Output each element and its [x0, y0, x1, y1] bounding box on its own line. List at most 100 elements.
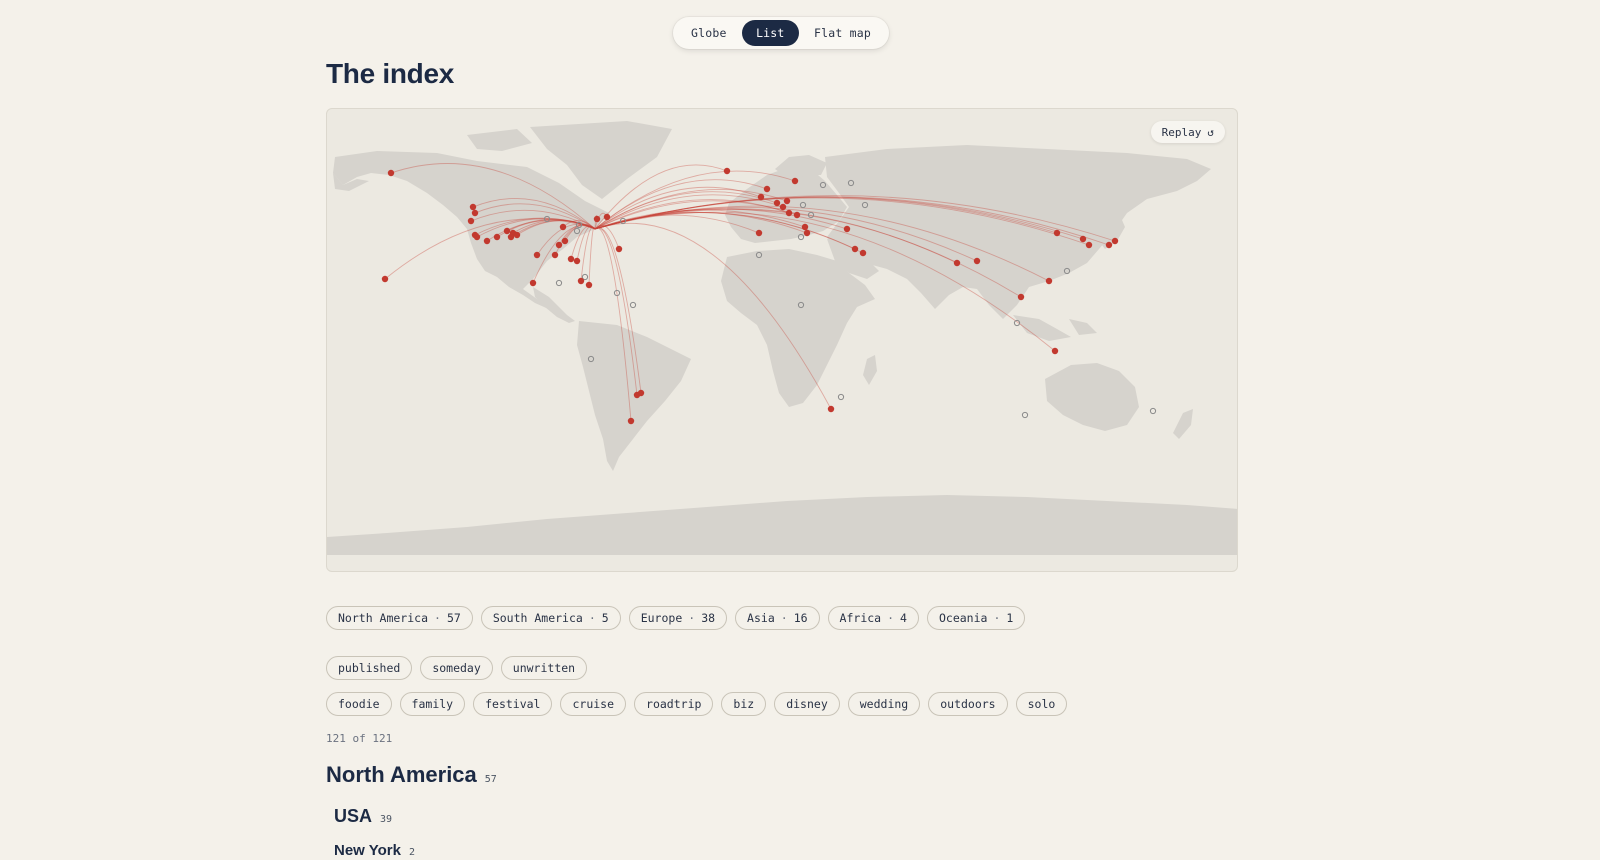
visited-marker[interactable]: [559, 223, 567, 231]
visited-marker[interactable]: [1017, 293, 1025, 301]
visited-marker[interactable]: [1111, 237, 1119, 245]
visited-marker[interactable]: [551, 251, 559, 259]
visited-marker[interactable]: [585, 281, 593, 289]
visited-marker[interactable]: [627, 417, 635, 425]
visited-marker[interactable]: [793, 211, 801, 219]
visited-marker[interactable]: [1051, 347, 1059, 355]
visited-marker[interactable]: [773, 199, 781, 207]
region-heading-count: 57: [484, 774, 497, 785]
visited-marker[interactable]: [755, 229, 763, 237]
visited-marker[interactable]: [637, 389, 645, 397]
tag-chip-disney[interactable]: disney: [774, 692, 840, 716]
visited-marker[interactable]: [827, 405, 835, 413]
route-line: [588, 227, 596, 286]
visited-marker[interactable]: [473, 233, 481, 241]
visited-marker[interactable]: [577, 277, 585, 285]
visited-marker[interactable]: [757, 193, 765, 201]
visited-marker[interactable]: [507, 233, 515, 241]
region-heading: North America 57: [326, 762, 497, 788]
tag-chip-cruise[interactable]: cruise: [560, 692, 627, 716]
visited-marker[interactable]: [851, 245, 859, 253]
tag-chip-foodie[interactable]: foodie: [326, 692, 392, 716]
route-line: [580, 226, 596, 282]
visited-marker[interactable]: [533, 251, 541, 259]
visited-marker[interactable]: [469, 203, 477, 211]
visited-marker[interactable]: [513, 231, 521, 239]
chip-separator: ·: [780, 611, 788, 625]
visited-marker[interactable]: [801, 223, 809, 231]
visited-marker[interactable]: [1105, 241, 1113, 249]
visited-marker[interactable]: [381, 275, 389, 283]
visited-marker[interactable]: [471, 209, 479, 217]
unvisited-marker[interactable]: [1021, 411, 1029, 419]
region-chip-oceania[interactable]: Oceania · 1: [926, 606, 1026, 630]
chip-separator: ·: [688, 611, 696, 625]
region-chip-south-america[interactable]: South America · 5: [480, 606, 621, 630]
unvisited-marker[interactable]: [1149, 407, 1157, 415]
status-chip-published[interactable]: published: [326, 656, 413, 680]
visited-marker[interactable]: [603, 213, 611, 221]
visited-marker[interactable]: [503, 227, 511, 235]
visited-marker[interactable]: [1045, 277, 1053, 285]
tag-chip-festival[interactable]: festival: [473, 692, 553, 716]
view-option-list[interactable]: List: [742, 20, 799, 46]
tag-chip-family[interactable]: family: [399, 692, 466, 716]
region-filter-row: North America · 57 South America · 5 Europe ·…: [326, 606, 1026, 630]
visited-marker[interactable]: [493, 233, 501, 241]
visited-marker[interactable]: [779, 203, 787, 211]
visited-marker[interactable]: [763, 185, 771, 193]
region-chip-north-america[interactable]: North America · 57: [326, 606, 473, 630]
city-heading-count: 2: [408, 847, 416, 858]
visited-marker[interactable]: [555, 241, 563, 249]
visited-marker[interactable]: [529, 279, 537, 287]
visited-marker[interactable]: [567, 255, 575, 263]
chip-separator: ·: [887, 611, 895, 625]
region-chip-label: North America: [338, 611, 429, 625]
view-option-globe[interactable]: Globe: [677, 20, 741, 46]
unvisited-marker[interactable]: [555, 279, 563, 287]
city-heading-title: New York: [334, 842, 401, 859]
visited-marker[interactable]: [1079, 235, 1087, 243]
replay-button[interactable]: Replay ↺: [1150, 121, 1225, 143]
visited-marker[interactable]: [561, 237, 569, 245]
tag-chip-outdoors[interactable]: outdoors: [928, 692, 1008, 716]
visited-marker[interactable]: [723, 167, 731, 175]
visited-marker[interactable]: [973, 257, 981, 265]
region-heading-title: North America: [326, 762, 477, 787]
visited-marker[interactable]: [843, 225, 851, 233]
tag-chip-biz[interactable]: biz: [721, 692, 767, 716]
tag-chip-solo[interactable]: solo: [1015, 692, 1068, 716]
region-chip-count: 57: [446, 611, 461, 625]
visited-marker[interactable]: [1085, 241, 1093, 249]
visited-marker[interactable]: [803, 229, 811, 237]
region-chip-count: 38: [701, 611, 716, 625]
visited-marker[interactable]: [387, 169, 395, 177]
unvisited-marker[interactable]: [837, 393, 845, 401]
region-chip-count: 4: [900, 611, 907, 625]
status-filter-row: published someday unwritten: [326, 656, 588, 680]
tag-chip-roadtrip[interactable]: roadtrip: [634, 692, 714, 716]
visited-marker[interactable]: [615, 245, 623, 253]
view-option-flat-map[interactable]: Flat map: [800, 20, 885, 46]
visited-marker[interactable]: [783, 197, 791, 205]
visited-marker[interactable]: [785, 209, 793, 217]
world-map: Replay ↺: [326, 108, 1238, 572]
visited-marker[interactable]: [593, 215, 601, 223]
unvisited-marker[interactable]: [629, 301, 637, 309]
status-chip-unwritten[interactable]: unwritten: [500, 656, 588, 680]
region-chip-count: 5: [601, 611, 609, 625]
visited-marker[interactable]: [573, 257, 581, 265]
visited-marker[interactable]: [483, 237, 491, 245]
tag-chip-wedding[interactable]: wedding: [847, 692, 921, 716]
region-chip-europe[interactable]: Europe · 38: [628, 606, 728, 630]
visited-marker[interactable]: [859, 249, 867, 257]
region-chip-label: Asia: [747, 611, 775, 625]
region-chip-africa[interactable]: Africa · 4: [827, 606, 919, 630]
visited-marker[interactable]: [791, 177, 799, 185]
region-chip-label: Africa: [839, 611, 882, 625]
status-chip-someday[interactable]: someday: [420, 656, 493, 680]
visited-marker[interactable]: [467, 217, 475, 225]
visited-marker[interactable]: [1053, 229, 1061, 237]
visited-marker[interactable]: [953, 259, 961, 267]
region-chip-asia[interactable]: Asia · 16: [735, 606, 820, 630]
